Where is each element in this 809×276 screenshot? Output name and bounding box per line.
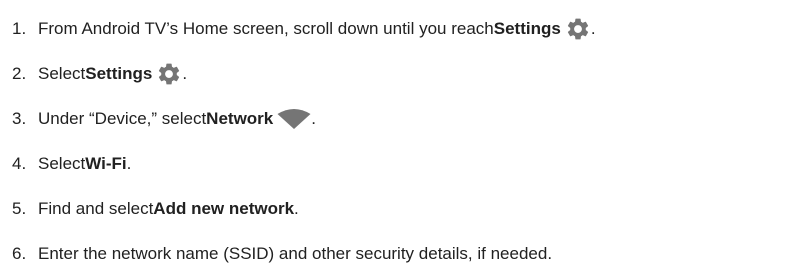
step-6: 6. Enter the network name (SSID) and oth…	[12, 231, 596, 276]
step-text: Enter the network name (SSID) and other …	[38, 243, 553, 263]
gear-icon	[156, 61, 182, 87]
step-number: 6.	[12, 243, 27, 263]
step-text: Find and select	[38, 198, 154, 218]
step-emphasis: Settings	[493, 18, 561, 38]
step-text: Select	[38, 63, 86, 83]
step-number: 3.	[12, 108, 27, 128]
step-number: 1.	[12, 18, 27, 38]
instruction-steps-list: 1. From Android TV’s Home screen, scroll…	[12, 6, 596, 276]
step-text-end: .	[126, 153, 132, 173]
step-3: 3. Under “Device,” select Network .	[12, 96, 596, 141]
step-number: 4.	[12, 153, 27, 173]
gear-icon	[565, 16, 591, 42]
step-emphasis: Add new network	[153, 198, 295, 218]
step-emphasis: Network	[206, 108, 274, 128]
step-text-end: .	[182, 63, 188, 83]
step-text: Select	[38, 153, 86, 173]
step-2: 2. Select Settings .	[12, 51, 596, 96]
step-text-end: .	[294, 198, 299, 218]
step-emphasis: Settings	[85, 63, 153, 83]
step-number: 2.	[12, 63, 27, 83]
wifi-icon	[277, 108, 311, 130]
step-text: Under “Device,” select	[38, 108, 207, 128]
step-text-end: .	[311, 108, 316, 128]
step-number: 5.	[12, 198, 27, 218]
step-5: 5. Find and select Add new network .	[12, 186, 596, 231]
step-4: 4. Select Wi-Fi .	[12, 141, 596, 186]
step-emphasis: Wi-Fi	[85, 153, 127, 173]
step-text-end: .	[590, 18, 596, 38]
step-text: From Android TV’s Home screen, scroll do…	[38, 18, 494, 38]
step-1: 1. From Android TV’s Home screen, scroll…	[12, 6, 596, 51]
